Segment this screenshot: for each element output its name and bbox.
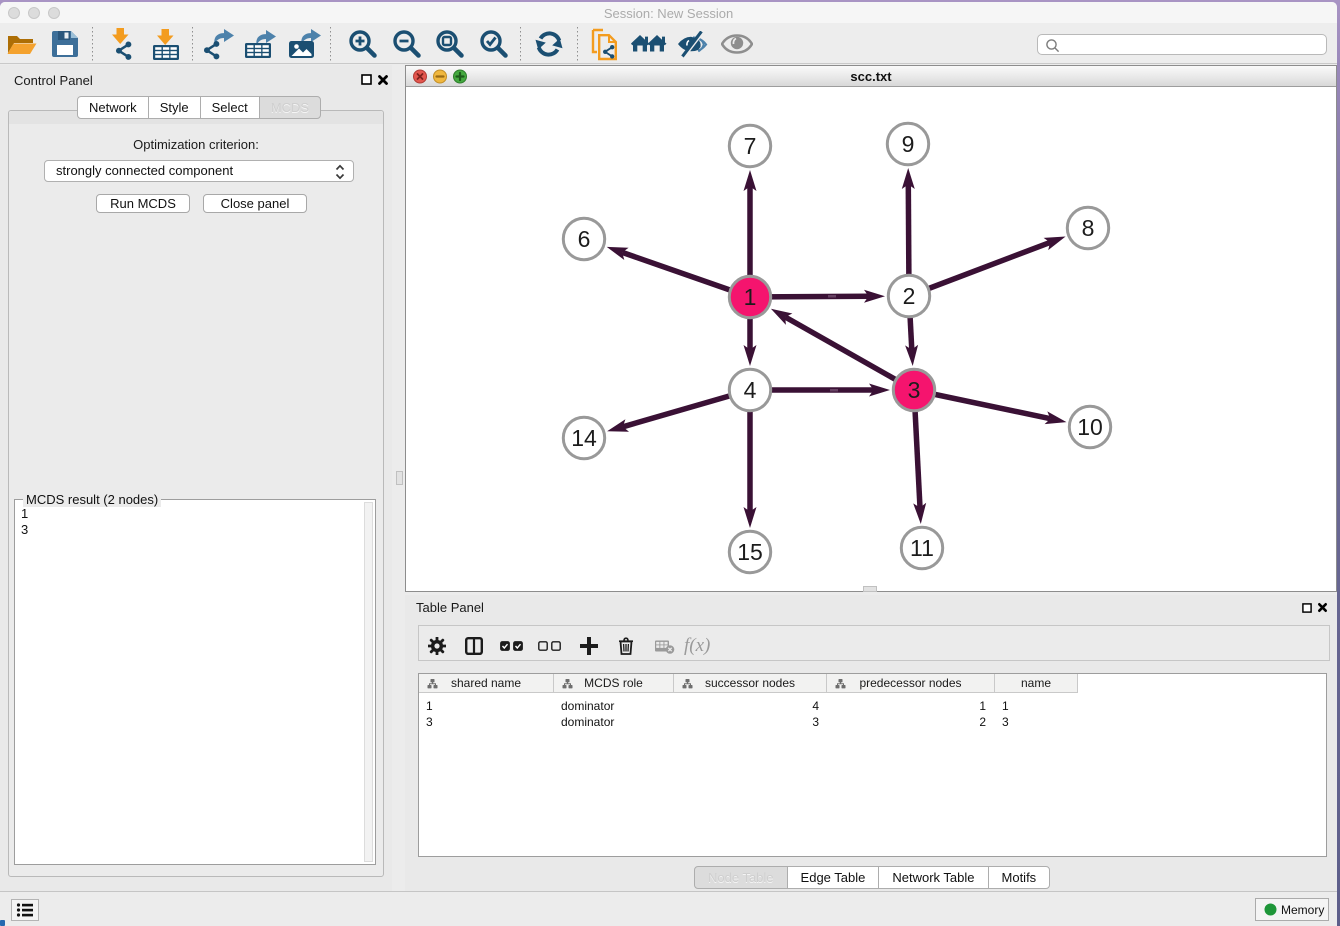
svg-text:9: 9: [902, 131, 915, 157]
svg-text:15: 15: [737, 539, 763, 565]
svg-text:8: 8: [1082, 215, 1095, 241]
svg-text:10: 10: [1077, 414, 1103, 440]
svg-text:f(x): f(x): [684, 636, 710, 656]
svg-text:6: 6: [578, 226, 591, 252]
svg-text:14: 14: [571, 425, 597, 451]
svg-text:7: 7: [744, 133, 757, 159]
svg-text:3: 3: [908, 377, 921, 403]
svg-text:11: 11: [910, 535, 934, 561]
svg-text:2: 2: [903, 283, 916, 309]
svg-text:4: 4: [744, 377, 757, 403]
svg-text:1: 1: [744, 284, 757, 310]
